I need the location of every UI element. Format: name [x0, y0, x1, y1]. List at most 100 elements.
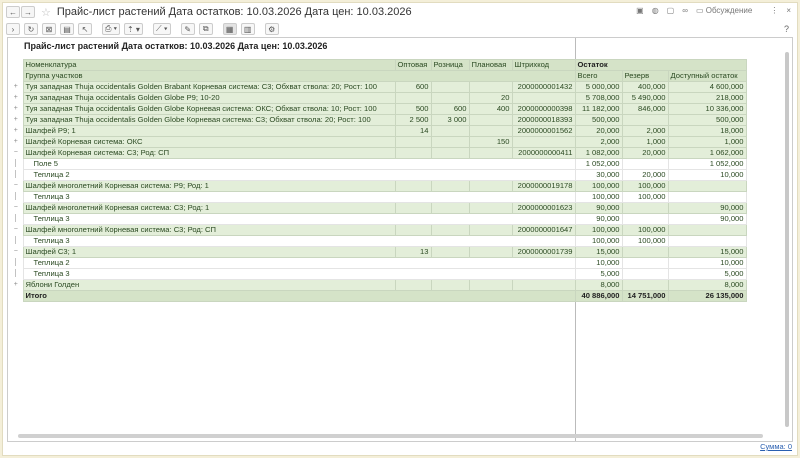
layout-button[interactable]: ▤ — [60, 23, 74, 35]
item-name: Туя западная Thuja occidentalis Golden B… — [22, 81, 396, 93]
forward-button[interactable]: → — [21, 6, 35, 18]
barcode: 2000000001432 — [511, 81, 576, 93]
print-icon[interactable]: ◍ — [652, 6, 659, 15]
header-name: Номенклатура — [22, 59, 396, 71]
table-row[interactable]: − Шалфей многолетний Корневая система: С3… — [9, 224, 747, 236]
barcode: 2000000001647 — [511, 224, 576, 236]
table-row[interactable]: + Туя западная Thuja occidentalis Golden … — [9, 92, 747, 104]
table-row[interactable]: + Яблони Голден 8,000 8,000 — [9, 279, 747, 291]
table-row[interactable]: − Шалфей Корневая система: С3; Род: СП 200… — [9, 147, 747, 159]
collapse-icon[interactable]: − — [9, 180, 23, 192]
price-planned: 400 — [468, 103, 513, 115]
stock-available — [667, 235, 747, 247]
discussion-label: Обсуждение — [705, 6, 753, 15]
price-wholesale — [394, 136, 432, 148]
price-wholesale — [394, 279, 432, 291]
stock-reserve: 2,000 — [621, 125, 669, 137]
table-row[interactable]: │ Теплица 3 100,000 100,000 — [9, 191, 747, 203]
table-row[interactable]: + Туя западная Thuja occidentalis Golden … — [9, 103, 747, 115]
price-retail — [430, 279, 470, 291]
report-window: ← → ☆ Прайс-лист растений Дата остатков:… — [2, 2, 798, 456]
stock-reserve: 1,000 — [621, 136, 669, 148]
vertical-scroll-thumb[interactable] — [785, 52, 789, 427]
stock-available: 18,000 — [667, 125, 747, 137]
stock-available — [667, 191, 747, 203]
price-planned — [468, 246, 513, 258]
export-menu-button[interactable]: ⇡ ▾ — [123, 23, 143, 35]
table-row[interactable]: │ Теплица 2 10,000 10,000 — [9, 257, 747, 269]
expand-icon[interactable]: + — [9, 114, 23, 126]
horizontal-scroll-thumb[interactable] — [18, 434, 763, 438]
discussion-button[interactable]: ▭ Обсуждение — [696, 6, 752, 15]
table-row[interactable]: − Шалфей С3; 1 13 2000000001739 15,000 15,000 — [9, 246, 747, 258]
table-view-button[interactable]: ▦ — [222, 23, 237, 35]
collapse-icon[interactable]: − — [9, 202, 23, 214]
back-button[interactable]: ← — [6, 6, 20, 18]
item-name: Шалфей Р9; 1 — [22, 125, 396, 137]
settings-gear-button[interactable]: ⚙ — [264, 23, 279, 35]
print-menu-button[interactable]: ⎙ ▾ — [102, 23, 120, 35]
stock-reserve: 5 490,000 — [621, 92, 669, 104]
table-row[interactable]: + Шалфей Р9; 1 14 2000000001562 20,000 2,000 1… — [9, 125, 747, 137]
refresh-button[interactable]: ↻ — [24, 23, 38, 35]
preview-icon[interactable]: ▢ — [667, 6, 675, 15]
table-row[interactable]: + Туя западная Thuja occidentalis Golden … — [9, 114, 747, 126]
collapse-icon[interactable]: − — [9, 147, 23, 159]
expand-panel-button[interactable]: › — [6, 23, 20, 35]
help-button[interactable]: ? — [784, 24, 789, 34]
sum-link[interactable]: Сумма: 0 — [760, 442, 792, 451]
price-wholesale — [394, 92, 432, 104]
expand-icon[interactable]: + — [9, 279, 23, 291]
table-row[interactable]: + Туя западная Thuja occidentalis Golden … — [9, 81, 747, 93]
expand-icon[interactable]: + — [9, 125, 23, 137]
table-row[interactable]: + Шалфей Корневая система: ОКС 150 2,000 1,0… — [9, 136, 747, 148]
site-name: Теплица 2 — [22, 169, 576, 181]
stock-reserve — [621, 268, 669, 280]
settings-variant-button[interactable]: ⊠ — [42, 23, 56, 35]
table-row[interactable]: │ Теплица 3 5,000 5,000 — [9, 268, 747, 280]
table-row[interactable]: − Шалфей многолетний Корневая система: Р9… — [9, 180, 747, 192]
favorite-star-icon[interactable]: ☆ — [41, 6, 51, 19]
expand-icon[interactable]: + — [9, 92, 23, 104]
collapse-icon[interactable]: − — [9, 246, 23, 258]
barcode — [511, 136, 576, 148]
stock-available: 1 052,000 — [667, 158, 747, 170]
stock-available: 10,000 — [667, 257, 747, 269]
table-row[interactable]: − Шалфей многолетний Корневая система: С3… — [9, 202, 747, 214]
link-icon[interactable]: ∞ — [682, 6, 688, 15]
price-wholesale: 13 — [394, 246, 432, 258]
barcode: 2000000000411 — [511, 147, 576, 159]
expand-icon[interactable]: + — [9, 136, 23, 148]
expand-icon[interactable]: + — [9, 81, 23, 93]
chart-view-button[interactable]: ▥ — [240, 23, 255, 35]
totals-label: Итого — [22, 290, 576, 302]
price-planned: 150 — [468, 136, 513, 148]
stock-total: 1 052,000 — [574, 158, 623, 170]
copy-button[interactable]: ⧉ — [198, 23, 213, 35]
edit-menu-button[interactable]: ⟋ ▾ — [152, 23, 171, 35]
price-retail — [430, 136, 470, 148]
expand-icon[interactable]: + — [9, 103, 23, 115]
more-icon[interactable]: ⋮ — [770, 6, 778, 15]
price-wholesale: 2 500 — [394, 114, 432, 126]
cursor-button[interactable]: ↖ — [78, 23, 92, 35]
collapse-icon[interactable]: − — [9, 224, 23, 236]
edit-button[interactable]: ✎ — [180, 23, 195, 35]
table-row[interactable]: │ Теплица 2 30,000 20,000 10,000 — [9, 169, 747, 181]
table-row[interactable]: │ Теплица 3 90,000 90,000 — [9, 213, 747, 225]
header-barcode: Штрихкод — [511, 59, 576, 71]
table-row[interactable]: │ Теплица 3 100,000 100,000 — [9, 235, 747, 247]
stock-reserve: 20,000 — [621, 169, 669, 181]
stock-available: 500,000 — [667, 114, 747, 126]
price-retail: 3 000 — [430, 114, 470, 126]
save-icon[interactable]: ▣ — [636, 6, 644, 15]
barcode: 2000000000398 — [511, 103, 576, 115]
stock-available: 4 600,000 — [667, 81, 747, 93]
site-name: Теплица 3 — [22, 213, 576, 225]
close-icon[interactable]: × — [786, 6, 791, 15]
stock-available: 1 062,000 — [667, 147, 747, 159]
site-name: Теплица 3 — [22, 235, 576, 247]
stock-available: 90,000 — [667, 202, 747, 214]
stock-reserve: 100,000 — [621, 191, 669, 203]
table-row[interactable]: │ Поле 51 052,000 1 052,000 — [9, 158, 747, 170]
